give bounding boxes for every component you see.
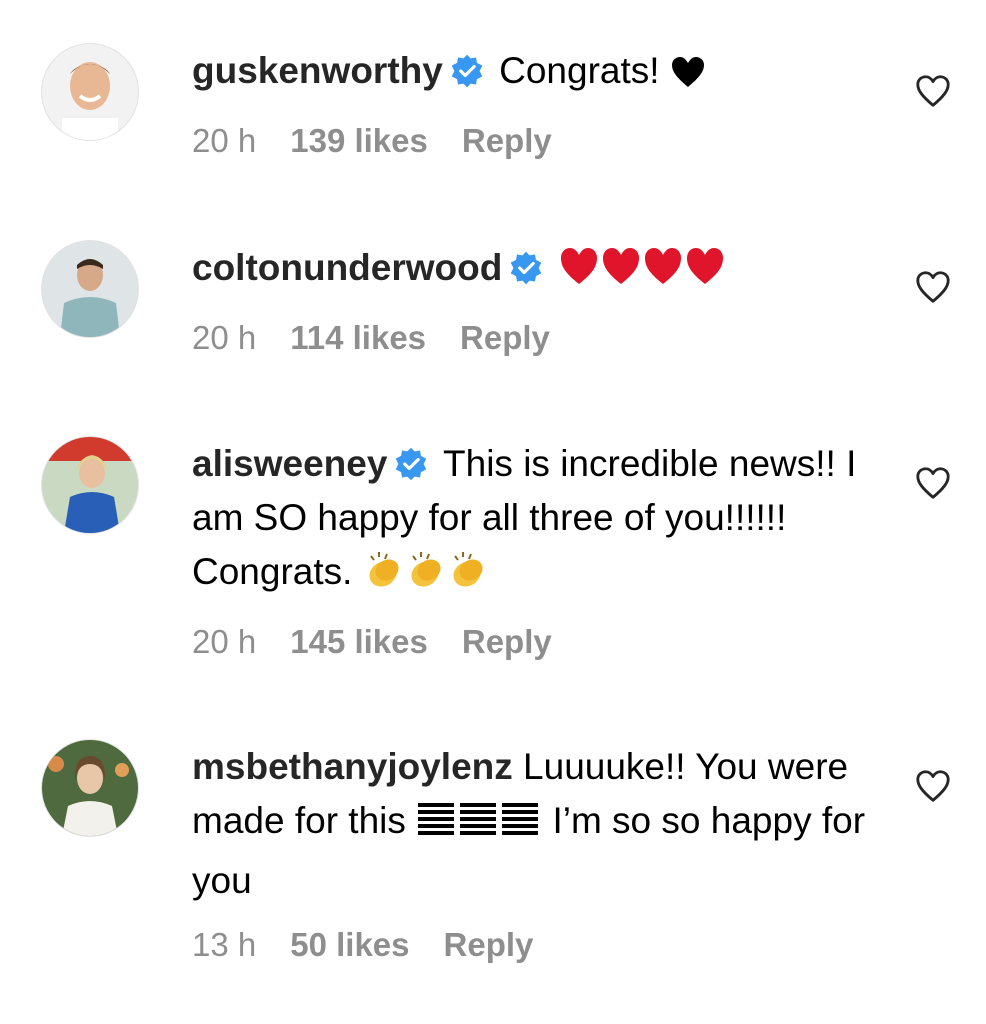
comment-meta: 13 h 50 likes Reply — [192, 926, 567, 964]
verified-badge-icon — [393, 446, 429, 482]
reply-button[interactable]: Reply — [462, 122, 552, 159]
comment-body: coltonunderwood — [192, 241, 892, 301]
reply-button[interactable]: Reply — [444, 926, 534, 963]
comment-time: 20 h — [192, 122, 257, 159]
avatar[interactable] — [42, 44, 138, 140]
comment-likes[interactable]: 139 likes — [290, 122, 428, 159]
avatar[interactable] — [42, 437, 138, 533]
comment-body: guskenworthy Congrats! — [192, 44, 892, 104]
comment-time: 20 h — [192, 319, 257, 356]
comment-body: msbethanyjoylenz Luuuuke!! You were made… — [192, 740, 892, 908]
black-heart-icon — [670, 50, 706, 104]
reply-button[interactable]: Reply — [460, 319, 550, 356]
clapping-hands-icon — [363, 550, 489, 605]
comment-time: 13 h — [192, 926, 257, 963]
comment-likes[interactable]: 114 likes — [290, 319, 426, 356]
verified-badge-icon — [449, 53, 485, 89]
verified-badge-icon — [508, 250, 544, 286]
comment-meta: 20 h 139 likes Reply — [192, 122, 586, 160]
like-heart-icon[interactable] — [914, 464, 952, 502]
comment-body: alisweeney This is incredible news!! I a… — [192, 437, 892, 605]
like-heart-icon[interactable] — [914, 72, 952, 110]
comment-meta: 20 h 114 likes Reply — [192, 319, 584, 357]
avatar[interactable] — [42, 740, 138, 836]
comment-meta: 20 h 145 likes Reply — [192, 623, 586, 661]
red-heart-icon — [559, 246, 727, 301]
like-heart-icon[interactable] — [914, 268, 952, 306]
like-heart-icon[interactable] — [914, 767, 952, 805]
comment-likes[interactable]: 50 likes — [290, 926, 409, 963]
reply-button[interactable]: Reply — [462, 623, 552, 660]
comment-username[interactable]: msbethanyjoylenz — [192, 746, 513, 787]
comment-username[interactable]: guskenworthy — [192, 50, 443, 91]
comment-username[interactable]: coltonunderwood — [192, 247, 502, 288]
comment-text: Congrats! — [499, 50, 660, 91]
black-square-pattern-icon — [416, 799, 542, 854]
comment-username[interactable]: alisweeney — [192, 443, 387, 484]
comment-time: 20 h — [192, 623, 257, 660]
comment-likes[interactable]: 145 likes — [290, 623, 428, 660]
avatar[interactable] — [42, 241, 138, 337]
